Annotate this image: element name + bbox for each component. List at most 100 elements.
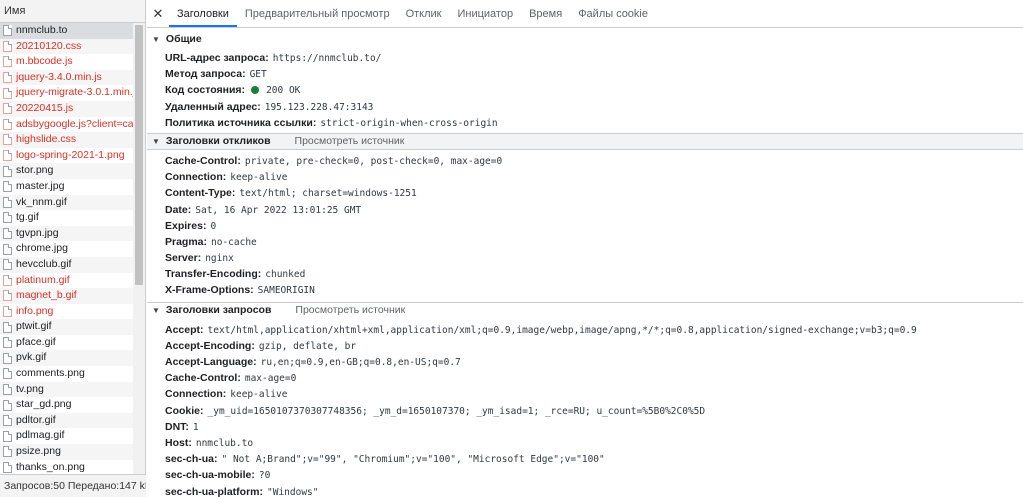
list-item[interactable]: pdltor.gif — [0, 412, 133, 429]
list-item[interactable]: pvk.gif — [0, 350, 133, 367]
request-header-row: DNT: 1 — [165, 419, 1023, 435]
request-header-value: 1 — [192, 421, 199, 433]
list-item[interactable]: pdlmag.gif — [0, 428, 133, 444]
file-icon — [3, 150, 12, 162]
request-view-source-link[interactable]: Просмотреть источник — [295, 302, 405, 319]
tab-0[interactable]: Заголовки — [169, 0, 237, 27]
response-header-name: Date: — [165, 203, 192, 216]
list-item[interactable]: ptwit.gif — [0, 319, 133, 335]
list-item[interactable]: magnet_b.gif — [0, 288, 133, 304]
response-header-value: chunked — [265, 269, 306, 281]
file-name: vk_nnm.gif — [16, 195, 67, 208]
request-headers-title: Заголовки запросов — [165, 304, 272, 317]
list-item[interactable]: tv.png — [0, 381, 133, 398]
file-name: nnmclub.to — [16, 24, 68, 36]
response-header-value: nginx — [205, 253, 234, 265]
list-item[interactable]: tgvpn.jpg — [0, 225, 133, 242]
list-item[interactable]: jquery-3.4.0.min.js — [0, 69, 133, 86]
list-item[interactable]: 20210120.css — [0, 38, 133, 55]
list-item[interactable]: highslide.css — [0, 132, 133, 148]
file-icon — [3, 337, 12, 349]
request-headers-header[interactable]: ▼ Заголовки запросов Просмотреть источни… — [147, 301, 1023, 319]
file-icon — [3, 212, 12, 224]
request-header-value: max-age=0 — [244, 373, 297, 385]
list-item[interactable]: comments.png — [0, 366, 133, 382]
file-icon — [3, 446, 12, 458]
response-header-name: X-Frame-Options: — [165, 284, 254, 297]
response-header-name: Content-Type: — [165, 187, 236, 200]
file-name: chrome.jpg — [16, 242, 68, 255]
list-item[interactable]: jquery-migrate-3.0.1.min.js — [0, 85, 133, 101]
file-icon — [3, 274, 12, 286]
status-ok-icon — [251, 86, 260, 95]
list-item[interactable]: thanks_on.png — [0, 460, 133, 474]
tab-2[interactable]: Отклик — [398, 0, 450, 27]
file-icon — [3, 87, 12, 99]
response-view-source-link[interactable]: Просмотреть источник — [295, 133, 405, 150]
response-header-row: Expires: 0 — [165, 218, 1023, 234]
list-item[interactable]: vk_nnm.gif — [0, 194, 133, 211]
referrer-policy-row: Политика источника ссылки: strict-origin-… — [165, 115, 1023, 131]
response-header-row: Server: nginx — [165, 250, 1023, 266]
list-item[interactable]: platinum.gif — [0, 273, 133, 289]
general-section: ▼ Общие URL-адрес запроса: https://nnmclu… — [147, 28, 1023, 133]
tab-1[interactable]: Предварительный просмотр — [237, 0, 398, 27]
list-item[interactable]: nnmclub.to — [0, 23, 133, 39]
tab-5[interactable]: Файлы cookie — [570, 0, 656, 27]
general-title: Общие — [165, 33, 202, 45]
file-icon — [3, 415, 12, 427]
response-header-row: Cache-Control: private, pre-check=0, post… — [165, 153, 1023, 169]
file-icon — [3, 305, 12, 317]
response-header-value: SAMEORIGIN — [257, 285, 315, 297]
list-item[interactable]: info.png — [0, 304, 133, 320]
request-method-value: GET — [249, 69, 267, 81]
request-method-label: Метод запроса: — [165, 68, 246, 81]
list-item[interactable]: hevcclub.gif — [0, 256, 133, 273]
list-item[interactable]: stor.png — [0, 163, 133, 179]
name-column-header[interactable]: Имя — [0, 0, 145, 23]
list-item[interactable]: master.jpg — [0, 179, 133, 195]
response-headers-title: Заголовки откликов — [165, 134, 271, 147]
file-name: pface.gif — [16, 335, 56, 348]
response-header-name: Pragma: — [165, 235, 208, 248]
request-header-row: Accept: text/html,application/xhtml+xml,a… — [165, 322, 1023, 338]
general-section-header[interactable]: ▼ Общие — [147, 31, 1023, 48]
list-item[interactable]: chrome.jpg — [0, 241, 133, 257]
response-header-row: X-Frame-Options: SAMEORIGIN — [165, 282, 1023, 298]
details-pane: ✕ Заголовки Предварительный просмотр Откли… — [147, 0, 1023, 497]
request-header-name: sec-ch-ua-mobile: — [165, 469, 255, 482]
request-header-name: Cache-Control: — [165, 372, 241, 385]
response-headers-header[interactable]: ▼ Заголовки откликов Просмотреть источни… — [147, 132, 1023, 150]
response-header-value: text/html; charset=windows-1251 — [239, 188, 417, 200]
file-icon — [3, 118, 12, 130]
file-icon — [3, 321, 12, 333]
list-item[interactable]: m.bbcode.js — [0, 54, 133, 70]
file-icon — [3, 352, 12, 364]
list-item[interactable]: adsbygoogle.js?client=ca-pub — [0, 117, 133, 133]
request-list-scrollbar[interactable] — [133, 23, 145, 474]
request-header-name: Connection: — [165, 388, 227, 401]
request-header-value: _ym_uid=1650107370307748356; _ym_d=16501… — [207, 405, 706, 417]
file-name: 20210120.css — [16, 39, 82, 52]
close-icon[interactable]: ✕ — [147, 0, 169, 27]
scrollbar-thumb[interactable] — [135, 25, 143, 285]
file-name: 20220415.js — [16, 101, 74, 114]
list-item[interactable]: tg.gif — [0, 210, 133, 226]
file-name: tv.png — [16, 382, 44, 395]
request-list-panel: Имя nnmclub.to 20210120.css m.bbcode.js jqu… — [0, 0, 146, 497]
list-item[interactable]: logo-spring-2021-1.png — [0, 148, 133, 164]
file-icon — [3, 165, 12, 177]
tab-4[interactable]: Время — [521, 0, 570, 27]
list-item[interactable]: star_gd.png — [0, 397, 133, 413]
file-icon — [3, 430, 12, 442]
request-header-name: Accept: — [165, 323, 204, 336]
request-header-name: sec-ch-ua: — [165, 453, 218, 466]
list-item[interactable]: pface.gif — [0, 335, 133, 351]
tab-3[interactable]: Инициатор — [449, 0, 521, 27]
list-item[interactable]: psize.png — [0, 444, 133, 460]
file-icon — [3, 40, 12, 52]
response-header-name: Transfer-Encoding: — [165, 268, 262, 281]
referrer-policy-value: strict-origin-when-cross-origin — [320, 117, 498, 129]
file-icon — [3, 103, 12, 115]
list-item[interactable]: 20220415.js — [0, 100, 133, 117]
